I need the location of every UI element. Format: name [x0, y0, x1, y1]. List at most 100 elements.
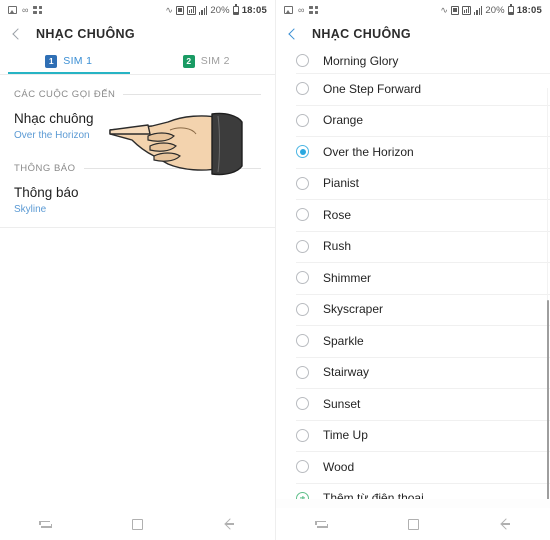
- sim-card-icon: [175, 5, 184, 15]
- list-item-selected[interactable]: Over the Horizon: [276, 136, 550, 168]
- ringtone-label: Stairway: [323, 365, 370, 380]
- section-header-incoming-calls: CÁC CUỘC GỌI ĐẾN: [0, 79, 275, 104]
- image-icon: [8, 6, 17, 14]
- radio-button[interactable]: [296, 208, 309, 222]
- status-bar-right-icons: ∿ 20% 18:05: [440, 4, 542, 16]
- sim2-badge-icon: 2: [182, 54, 195, 68]
- app-bar-left: NHẠC CHUÔNG: [0, 20, 275, 48]
- left-phone-screen: ∞ ∿ 20% 18:05 NHẠC CHUÔNG 1 SIM 1 2 SIM …: [0, 0, 275, 540]
- status-bar-left: ∞ ∿ 20% 18:05: [0, 0, 275, 20]
- ringtone-label: Orange: [323, 113, 364, 128]
- radio-button[interactable]: [296, 302, 309, 316]
- app-bar-right: NHẠC CHUÔNG: [276, 20, 550, 48]
- list-item[interactable]: Rush: [276, 230, 550, 263]
- section-divider: [123, 94, 261, 95]
- list-item[interactable]: Orange: [276, 104, 550, 137]
- status-bar-left-icons: ∞: [284, 4, 319, 15]
- radio-button-selected[interactable]: [296, 145, 309, 159]
- link-icon: ∞: [298, 4, 305, 15]
- list-item[interactable]: Morning Glory: [276, 48, 550, 73]
- recents-button[interactable]: [276, 519, 368, 530]
- section-header-notifications: THÔNG BÁO: [0, 153, 275, 178]
- back-button[interactable]: [459, 518, 550, 530]
- section-divider: [83, 168, 261, 170]
- network-signal-icon: [186, 5, 196, 15]
- radio-button[interactable]: [296, 271, 309, 285]
- ringtone-label: Sunset: [323, 396, 361, 411]
- list-item[interactable]: Pianist: [276, 167, 550, 200]
- list-item[interactable]: Shimmer: [276, 262, 550, 294]
- setting-row-notification-title: Thông báo: [14, 185, 79, 201]
- ringtone-list[interactable]: Morning Glory One Step Forward Orange Ov…: [276, 48, 550, 499]
- radio-button[interactable]: [296, 176, 309, 190]
- list-item[interactable]: Skyscraper: [276, 293, 550, 326]
- scrollbar-thumb[interactable]: [546, 300, 549, 499]
- home-button[interactable]: [92, 518, 184, 530]
- ringtone-label: Over the Horizon: [323, 144, 414, 159]
- ringtone-label: Rush: [323, 239, 352, 254]
- tab-sim-1[interactable]: 1 SIM 1: [0, 48, 138, 74]
- ringtone-label: Rose: [323, 207, 352, 222]
- dual-screenshot-root: ∞ ∿ 20% 18:05 NHẠC CHUÔNG 1 SIM 1 2 SIM …: [0, 0, 550, 540]
- add-from-phone-row[interactable]: Thêm từ điện thoại: [276, 482, 550, 499]
- sim-tabs: 1 SIM 1 2 SIM 2: [0, 48, 275, 74]
- settings-list: CÁC CUỘC GỌI ĐẾN Nhạc chuông Over the Ho…: [0, 75, 275, 540]
- add-from-phone-label: Thêm từ điện thoại: [323, 491, 424, 499]
- back-chevron-icon[interactable]: [10, 27, 24, 41]
- back-button[interactable]: [183, 518, 275, 530]
- battery-icon: [507, 4, 514, 15]
- recents-icon: [39, 519, 53, 530]
- clock-label: 18:05: [241, 4, 267, 16]
- list-item[interactable]: Wood: [276, 451, 550, 483]
- image-icon: [284, 6, 293, 14]
- recents-icon: [315, 519, 329, 530]
- sim1-badge-icon: 1: [45, 54, 58, 68]
- setting-row-ringtone[interactable]: Nhạc chuông Over the Horizon: [0, 104, 275, 153]
- list-item[interactable]: Stairway: [276, 356, 550, 389]
- setting-row-notification[interactable]: Thông báo Skyline: [0, 178, 275, 227]
- radio-button[interactable]: [296, 54, 309, 67]
- radio-button[interactable]: [296, 428, 309, 442]
- network-signal-icon: [461, 5, 471, 15]
- clock-label: 18:05: [516, 4, 542, 16]
- status-bar-right-icons: ∿ 20% 18:05: [165, 4, 267, 16]
- ringtone-label: Time Up: [323, 428, 368, 443]
- cellular-bars-icon: [198, 5, 208, 15]
- ringtone-label: Shimmer: [323, 270, 372, 285]
- radio-button[interactable]: [296, 365, 309, 379]
- nav-bar-left: [0, 508, 275, 540]
- ringtone-label: One Step Forward: [323, 81, 422, 96]
- radio-button[interactable]: [296, 82, 309, 96]
- tab-sim-1-label: SIM 1: [63, 55, 93, 67]
- battery-percent-label: 20%: [210, 4, 230, 16]
- back-arrow-icon: [499, 518, 511, 530]
- ringtone-label: Pianist: [323, 176, 360, 191]
- list-item[interactable]: Sparkle: [276, 325, 550, 357]
- apps-grid-icon: [33, 6, 43, 14]
- back-chevron-icon[interactable]: [286, 27, 300, 41]
- radio-button[interactable]: [296, 113, 309, 127]
- setting-row-ringtone-title: Nhạc chuông: [14, 111, 94, 126]
- list-item[interactable]: Sunset: [276, 388, 550, 420]
- radio-button[interactable]: [296, 460, 309, 474]
- list-item[interactable]: Time Up: [276, 419, 550, 452]
- recents-button[interactable]: [0, 519, 92, 530]
- tab-sim-2[interactable]: 2 SIM 2: [138, 48, 276, 74]
- home-square-icon: [408, 518, 419, 530]
- list-item[interactable]: Rose: [276, 199, 550, 231]
- home-square-icon: [132, 518, 143, 530]
- tab-sim-2-label: SIM 2: [200, 55, 230, 67]
- home-button[interactable]: [368, 518, 460, 530]
- signal-wifi-icon: ∿: [165, 4, 173, 15]
- radio-button[interactable]: [296, 239, 309, 253]
- ringtone-label: Wood: [323, 459, 355, 474]
- radio-button[interactable]: [296, 334, 309, 348]
- radio-button[interactable]: [296, 397, 309, 411]
- page-title: NHẠC CHUÔNG: [36, 27, 135, 41]
- signal-wifi-icon: ∿: [440, 4, 448, 15]
- battery-percent-label: 20%: [485, 4, 505, 16]
- back-arrow-icon: [223, 518, 235, 530]
- battery-icon: [232, 4, 239, 15]
- ringtone-label: Morning Glory: [323, 53, 399, 68]
- list-item[interactable]: One Step Forward: [276, 73, 550, 105]
